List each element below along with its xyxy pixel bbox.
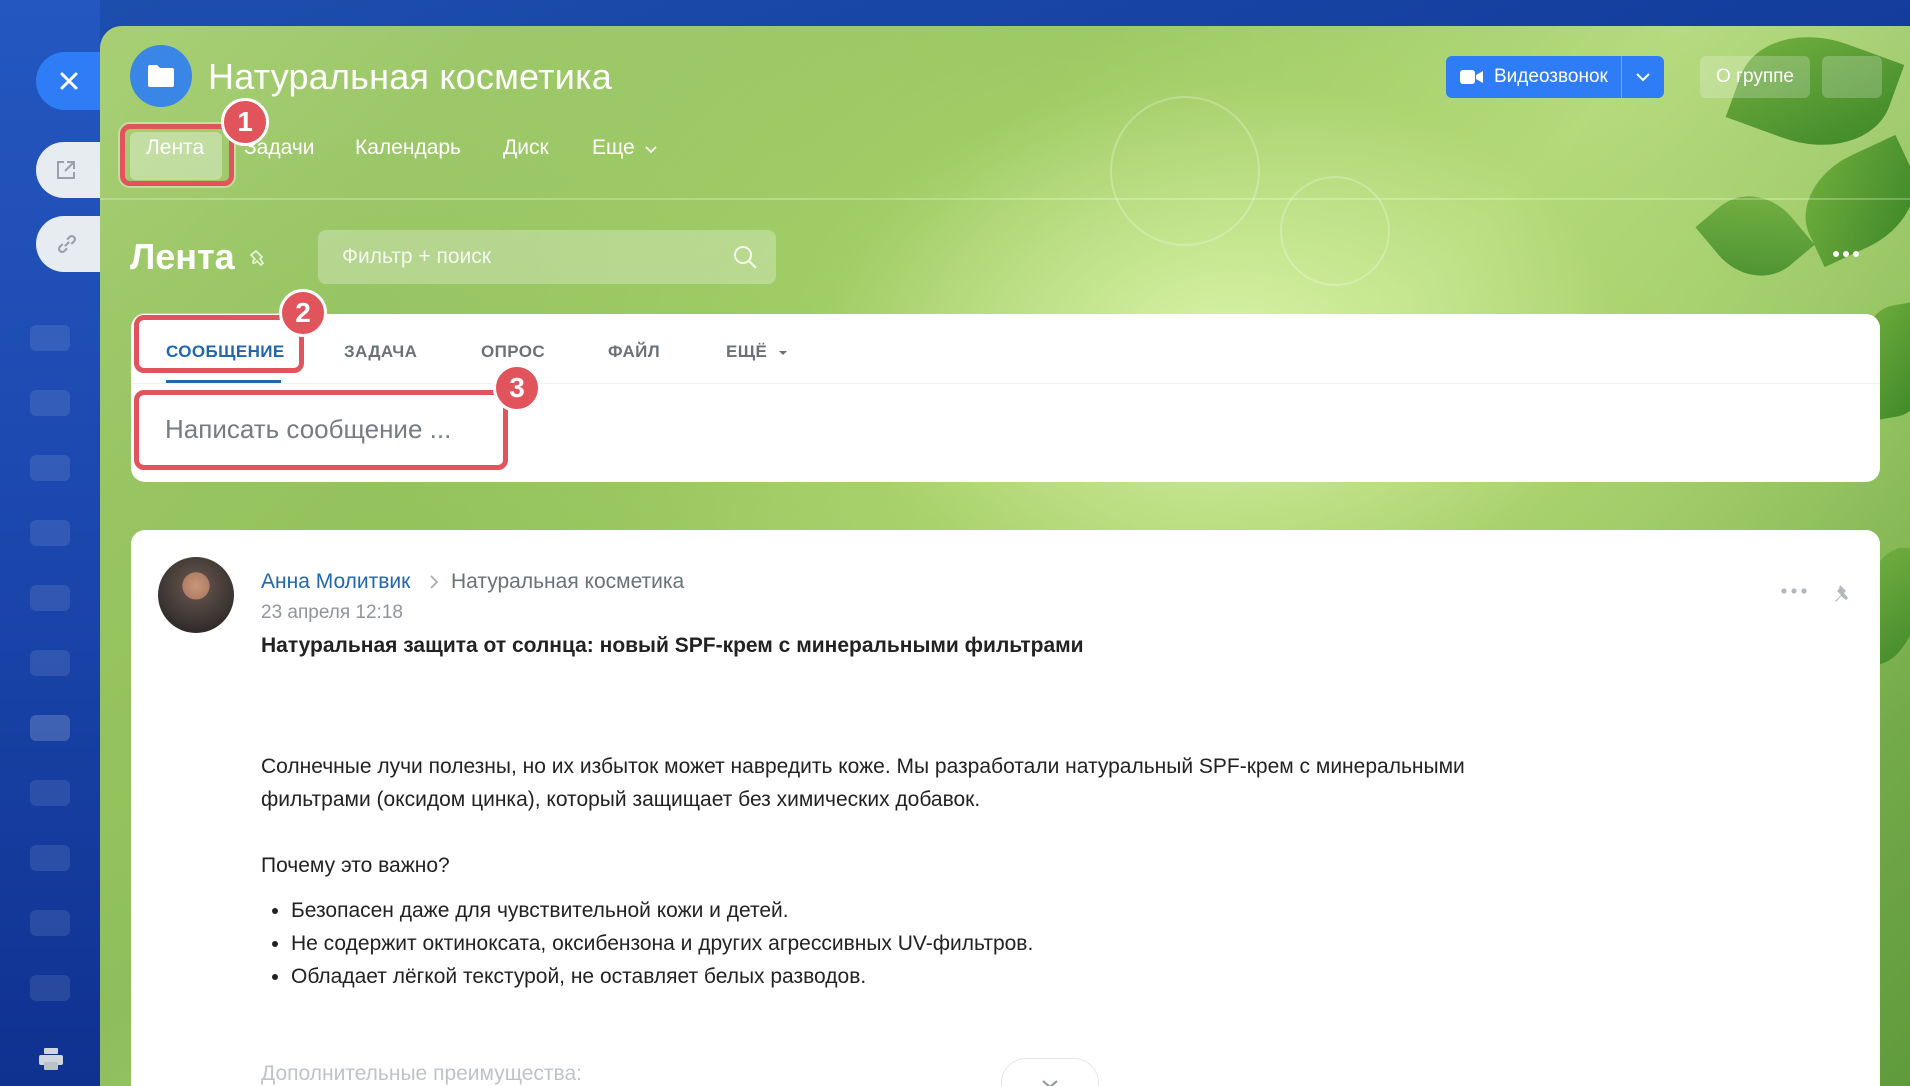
tab-composer-more-label: ЕЩЁ xyxy=(726,342,768,361)
sidebar-ghost-item xyxy=(30,585,70,611)
sidebar-ghost-item xyxy=(30,975,70,1001)
group-avatar[interactable] xyxy=(130,45,192,107)
list-item: Не содержит октинoксата, оксибензона и д… xyxy=(291,927,1561,960)
avatar[interactable] xyxy=(158,557,234,633)
video-call-label: Видеозвонок xyxy=(1494,66,1608,87)
post-paragraph: Почему это важно? xyxy=(261,854,450,877)
callout-frame-1 xyxy=(120,124,234,186)
nav-divider xyxy=(100,198,1910,200)
post-truncated-line: Дополнительные преимущества: xyxy=(261,1062,582,1085)
chevron-down-icon xyxy=(644,146,657,154)
list-item: Безопасен даже для чувствительной кожи и… xyxy=(291,894,1561,927)
composer-tabs: СООБЩЕНИЕ ЗАДАЧА ОПРОС ФАЙЛ ЕЩЁ xyxy=(131,314,1880,384)
sidebar-ghost-item xyxy=(30,910,70,936)
copy-link-button[interactable] xyxy=(36,216,106,272)
pin-icon[interactable] xyxy=(248,248,270,270)
callout-badge-1: 1 xyxy=(221,98,269,146)
caret-down-icon xyxy=(779,350,788,355)
post-timestamp[interactable]: 23 апреля 12:18 xyxy=(261,602,403,624)
post-bullet-list: Безопасен даже для чувствительной кожи и… xyxy=(291,894,1561,993)
post-body: Солнечные лучи полезны, но их избыток мо… xyxy=(261,750,1561,993)
expand-post-button[interactable] xyxy=(1001,1058,1099,1086)
post-paragraph: Солнечные лучи полезны, но их избыток мо… xyxy=(261,755,1465,811)
post-author[interactable]: Анна Молитвик xyxy=(261,570,410,594)
sidebar-ghost-item xyxy=(30,715,70,741)
page-title: Лента xyxy=(130,236,235,277)
search-placeholder: Фильтр + поиск xyxy=(342,245,491,268)
close-slider-button[interactable] xyxy=(36,52,106,110)
external-link-icon xyxy=(57,161,75,179)
sidebar-ghost-item xyxy=(30,455,70,481)
tab-calendar[interactable]: Календарь xyxy=(355,136,461,160)
list-item: Обладает лёгкой текстурой, не оставляет … xyxy=(291,960,1561,993)
tab-task[interactable]: ЗАДАЧА xyxy=(344,342,417,362)
group-panel: Натуральная косметика Видеозвонок О груп… xyxy=(100,26,1910,1086)
printer-icon[interactable] xyxy=(38,1048,64,1072)
post-group-link[interactable]: Натуральная косметика xyxy=(451,570,684,594)
about-group-button[interactable]: О группе xyxy=(1700,56,1810,98)
group-header: Натуральная косметика Видеозвонок О груп… xyxy=(100,26,1910,200)
tab-composer-more[interactable]: ЕЩЁ xyxy=(726,342,788,362)
tab-more[interactable]: Еще xyxy=(592,136,657,160)
chevron-down-icon xyxy=(1042,1079,1058,1086)
callout-badge-2: 2 xyxy=(279,289,327,337)
more-dots-icon[interactable] xyxy=(1832,250,1860,258)
sidebar-ghost-item xyxy=(30,325,70,351)
tab-disk[interactable]: Диск xyxy=(503,136,549,160)
group-navigation: Лента Задачи Календарь Диск Еще xyxy=(100,122,1910,184)
sidebar-ghost-item xyxy=(30,390,70,416)
search-icon[interactable] xyxy=(732,244,758,270)
sidebar-ghost-item xyxy=(30,520,70,546)
tab-file[interactable]: ФАЙЛ xyxy=(608,342,660,362)
group-title: Натуральная косметика xyxy=(208,56,613,97)
video-camera-icon xyxy=(1460,70,1483,84)
tab-more-label: Еще xyxy=(592,136,635,159)
folder-icon xyxy=(148,65,174,87)
chevron-right-icon xyxy=(430,575,439,589)
active-tab-underline xyxy=(166,380,281,383)
chevron-down-icon xyxy=(1636,73,1650,82)
link-icon xyxy=(58,235,76,253)
callout-frame-3 xyxy=(134,390,508,470)
video-call-button[interactable]: Видеозвонок xyxy=(1446,56,1664,98)
filter-search-input[interactable]: Фильтр + поиск xyxy=(318,230,776,284)
open-new-window-button[interactable] xyxy=(36,142,106,198)
sidebar-ghost-item xyxy=(30,650,70,676)
pin-icon[interactable] xyxy=(1831,582,1855,606)
more-dots-icon[interactable] xyxy=(1781,588,1807,594)
header-more-button[interactable] xyxy=(1822,56,1882,98)
callout-badge-3: 3 xyxy=(493,364,541,412)
feed-post: Анна Молитвик Натуральная косметика 23 а… xyxy=(131,530,1880,1086)
video-call-dropdown[interactable] xyxy=(1622,56,1664,98)
tab-poll[interactable]: ОПРОС xyxy=(481,342,545,362)
sidebar-ghost-item xyxy=(30,780,70,806)
post-title: Натуральная защита от солнца: новый SPF-… xyxy=(261,634,1084,657)
sidebar-ghost-item xyxy=(30,845,70,871)
close-icon xyxy=(60,72,78,90)
callout-frame-2 xyxy=(134,315,304,373)
